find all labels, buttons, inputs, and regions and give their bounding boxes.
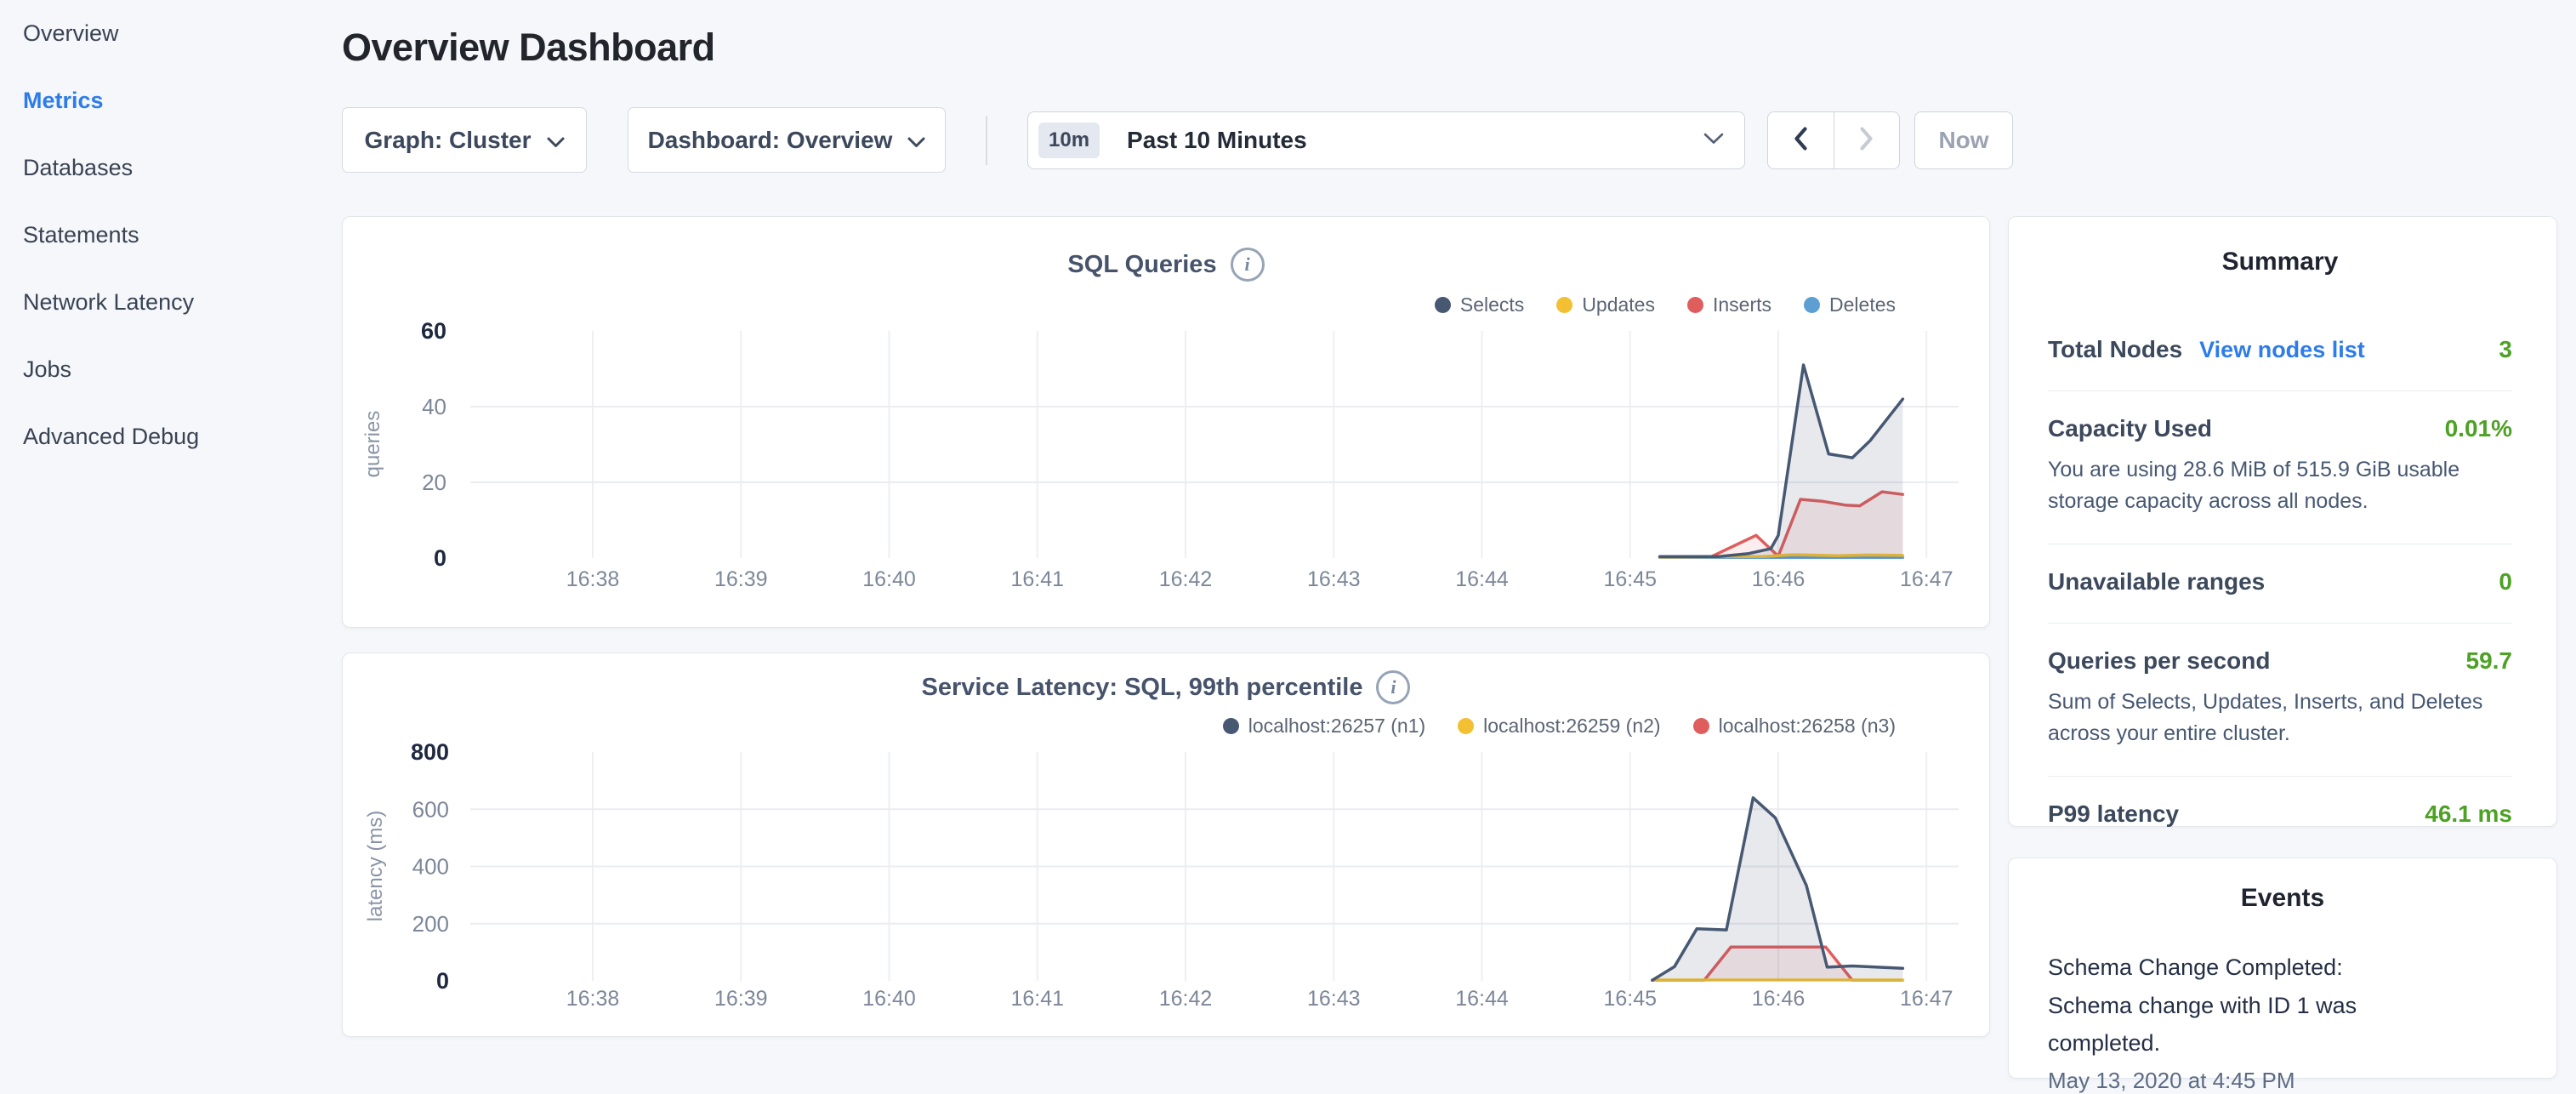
next-range-button[interactable] (1834, 112, 1900, 168)
svg-text:16:42: 16:42 (1159, 987, 1213, 1011)
svg-text:200: 200 (412, 911, 449, 937)
summary-row-label: Queries per second (2048, 647, 2270, 675)
svg-text:16:47: 16:47 (1900, 567, 1953, 591)
service-latency-chart[interactable]: 16:38 16:39 16:40 16:41 16:42 16:43 16:44 16:45… (343, 653, 1991, 1038)
summary-row-label: Capacity Used (2048, 415, 2212, 442)
summary-row-value: 0.01% (2445, 415, 2512, 442)
time-range-step-buttons (1767, 111, 1900, 169)
service-latency-chart-card: Service Latency: SQL, 99th percentile i … (342, 652, 1990, 1037)
summary-row-value: 46.1 ms (2425, 801, 2512, 828)
svg-text:16:40: 16:40 (862, 567, 916, 591)
summary-row-p99-latency: P99 latency 46.1 ms (2048, 777, 2512, 855)
chevron-left-icon (1793, 126, 1808, 156)
sidebar-item-overview[interactable]: Overview (23, 0, 323, 67)
svg-text:16:44: 16:44 (1455, 567, 1509, 591)
event-timestamp: May 13, 2020 at 4:45 PM (2048, 1068, 2517, 1094)
sidebar-item-statements[interactable]: Statements (23, 202, 323, 269)
summary-row-description: Sum of Selects, Updates, Inserts, and De… (2048, 687, 2512, 749)
time-range-badge: 10m (1038, 123, 1100, 158)
chevron-right-icon (1859, 126, 1874, 156)
summary-row-queries-per-second: Queries per second 59.7 Sum of Selects, … (2048, 624, 2512, 777)
svg-text:16:39: 16:39 (714, 567, 768, 591)
svg-text:16:45: 16:45 (1603, 567, 1657, 591)
svg-text:60: 60 (421, 318, 446, 344)
chevron-down-icon (1703, 133, 1724, 149)
svg-text:16:40: 16:40 (862, 987, 916, 1011)
svg-text:16:38: 16:38 (566, 987, 620, 1011)
sidebar-item-jobs[interactable]: Jobs (23, 336, 323, 403)
sql-queries-chart-card: SQL Queries i SelectsUpdatesInsertsDelet… (342, 216, 1990, 628)
svg-text:latency (ms): latency (ms) (364, 811, 387, 922)
sidebar-item-advanced-debug[interactable]: Advanced Debug (23, 403, 323, 470)
event-list-item[interactable]: Schema Change Completed: Schema change w… (2048, 949, 2517, 1094)
svg-text:0: 0 (434, 545, 446, 571)
chevron-down-icon (907, 127, 925, 154)
summary-row-value: 3 (2499, 336, 2512, 363)
svg-text:16:41: 16:41 (1010, 987, 1064, 1011)
event-message: Schema Change Completed: Schema change w… (2048, 949, 2432, 1063)
svg-text:800: 800 (411, 739, 449, 765)
sidebar-item-network-latency[interactable]: Network Latency (23, 269, 323, 336)
toolbar-divider (986, 116, 987, 165)
svg-text:16:47: 16:47 (1900, 987, 1953, 1011)
events-title: Events (2048, 884, 2517, 913)
svg-text:40: 40 (422, 394, 446, 419)
summary-row-total-nodes: Total Nodes View nodes list 3 (2048, 312, 2512, 391)
svg-text:16:44: 16:44 (1455, 987, 1509, 1011)
summary-title: Summary (2048, 248, 2512, 276)
time-range-label: Past 10 Minutes (1127, 127, 1307, 154)
svg-text:16:43: 16:43 (1307, 987, 1361, 1011)
graph-scope-dropdown[interactable]: Graph: Cluster (342, 107, 587, 173)
svg-text:queries: queries (361, 411, 384, 478)
sidebar: Overview Metrics Databases Statements Ne… (0, 0, 323, 1051)
sidebar-item-metrics[interactable]: Metrics (23, 67, 323, 134)
sql-queries-chart[interactable]: 16:38 16:39 16:40 16:41 16:42 16:43 16:44 16:45… (343, 217, 1991, 629)
svg-text:16:38: 16:38 (566, 567, 620, 591)
now-button[interactable]: Now (1914, 111, 2013, 169)
dashboard-dropdown-label: Dashboard: Overview (648, 127, 893, 154)
summary-row-value: 59.7 (2466, 647, 2513, 675)
sidebar-nav: Overview Metrics Databases Statements Ne… (0, 0, 323, 470)
summary-row-description: You are using 28.6 MiB of 515.9 GiB usab… (2048, 454, 2512, 516)
summary-row-label: Total Nodes (2048, 336, 2182, 363)
svg-text:400: 400 (412, 854, 449, 880)
svg-text:16:41: 16:41 (1010, 567, 1064, 591)
svg-text:16:42: 16:42 (1159, 567, 1213, 591)
chevron-down-icon (547, 127, 565, 154)
summary-row-capacity-used: Capacity Used 0.01% You are using 28.6 M… (2048, 391, 2512, 544)
svg-text:16:45: 16:45 (1603, 987, 1657, 1011)
time-range-picker[interactable]: 10m Past 10 Minutes (1027, 111, 1745, 169)
sidebar-item-databases[interactable]: Databases (23, 134, 323, 202)
page-title: Overview Dashboard (342, 26, 715, 70)
svg-text:600: 600 (412, 796, 449, 822)
events-panel: Events Schema Change Completed: Schema c… (2008, 858, 2557, 1079)
graph-scope-dropdown-label: Graph: Cluster (364, 127, 531, 154)
summary-row-label: P99 latency (2048, 801, 2179, 828)
summary-panel: Summary Total Nodes View nodes list 3 Ca… (2008, 216, 2557, 827)
svg-text:0: 0 (436, 968, 449, 994)
svg-text:16:39: 16:39 (714, 987, 768, 1011)
svg-text:16:46: 16:46 (1752, 567, 1805, 591)
dashboard-dropdown[interactable]: Dashboard: Overview (628, 107, 946, 173)
overview-dashboard-page: Overview Metrics Databases Statements Ne… (0, 0, 2576, 1051)
summary-row-label: Unavailable ranges (2048, 568, 2265, 595)
prev-range-button[interactable] (1768, 112, 1834, 168)
svg-text:16:46: 16:46 (1752, 987, 1805, 1011)
svg-text:20: 20 (422, 470, 446, 495)
summary-row-unavailable-ranges: Unavailable ranges 0 (2048, 544, 2512, 624)
svg-text:16:43: 16:43 (1307, 567, 1361, 591)
view-nodes-list-link[interactable]: View nodes list (2199, 337, 2365, 363)
summary-row-value: 0 (2499, 568, 2512, 595)
